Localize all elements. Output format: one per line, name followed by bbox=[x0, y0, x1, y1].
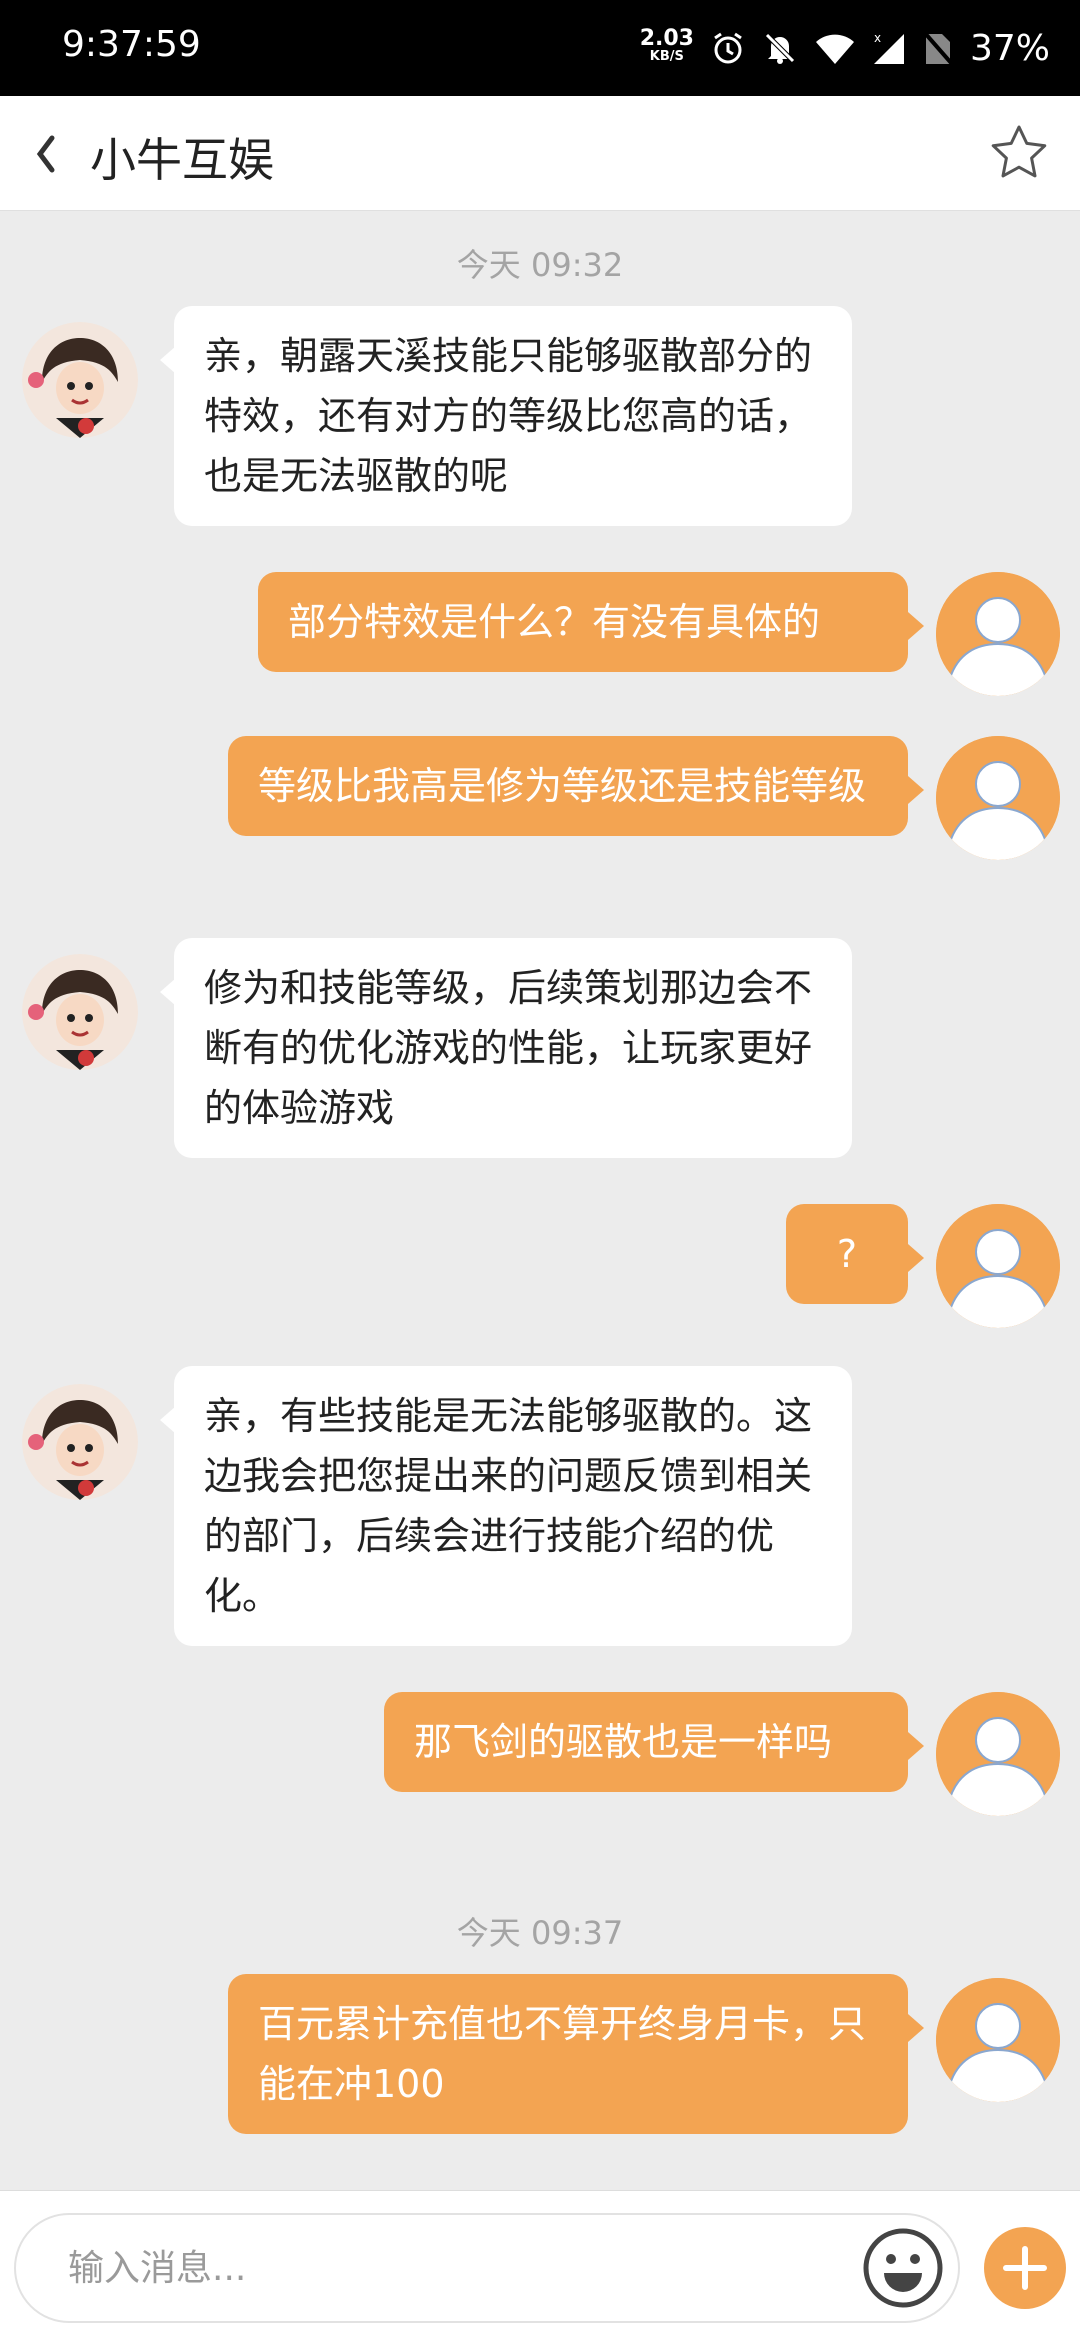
chat-header: 小牛互娱 bbox=[0, 96, 1080, 211]
message-input[interactable] bbox=[14, 2213, 960, 2323]
user-avatar[interactable] bbox=[936, 572, 1060, 696]
network-speed: 2.03 KB/S bbox=[639, 26, 694, 66]
status-icons: 2.03 KB/S x 37% bbox=[640, 18, 1050, 78]
agent-avatar[interactable] bbox=[22, 1384, 138, 1500]
user-avatar[interactable] bbox=[936, 736, 1060, 860]
outgoing-message[interactable]: 百元累计充值也不算开终身月卡，只能在冲100 bbox=[228, 1974, 924, 2134]
agent-avatar[interactable] bbox=[22, 954, 138, 1070]
favorite-button[interactable] bbox=[988, 122, 1050, 184]
network-speed-value: 2.03 bbox=[639, 26, 694, 51]
wifi-icon bbox=[814, 30, 856, 66]
timestamp: 今天 09:32 bbox=[456, 246, 624, 284]
incoming-message[interactable]: 亲，有些技能是无法能够驱散的。这边我会把您提出来的问题反馈到相关的部门，后续会进… bbox=[160, 1366, 852, 1646]
no-sim-icon bbox=[922, 30, 954, 66]
alarm-icon bbox=[710, 30, 746, 66]
default-user-icon bbox=[936, 1692, 1060, 1816]
default-user-icon bbox=[936, 736, 1060, 860]
plus-icon bbox=[1003, 2246, 1047, 2290]
chevron-left-icon bbox=[36, 135, 55, 173]
user-avatar[interactable] bbox=[936, 1978, 1060, 2102]
incoming-message[interactable]: 修为和技能等级，后续策划那边会不断有的优化游戏的性能，让玩家更好的体验游戏 bbox=[160, 938, 852, 1158]
star-outline-icon bbox=[991, 125, 1047, 178]
chat-area[interactable]: 今天 09:32 亲，朝露天溪技能只能够驱散部分的特效，还有对方的等级比您高的话… bbox=[0, 210, 1080, 2190]
status-bar: 9:37:59 2.03 KB/S x 37% bbox=[0, 0, 1080, 96]
notifications-off-icon bbox=[762, 30, 798, 66]
default-user-icon bbox=[936, 1978, 1060, 2102]
default-user-icon bbox=[936, 572, 1060, 696]
emoji-button[interactable] bbox=[862, 2227, 944, 2309]
message-input-bar bbox=[0, 2190, 1080, 2341]
back-button[interactable] bbox=[28, 124, 78, 184]
outgoing-message[interactable]: 等级比我高是修为等级还是技能等级 bbox=[228, 736, 924, 836]
outgoing-message[interactable]: ? bbox=[786, 1204, 924, 1304]
user-avatar[interactable] bbox=[936, 1204, 1060, 1328]
svg-text:x: x bbox=[874, 31, 881, 45]
user-avatar[interactable] bbox=[936, 1692, 1060, 1816]
outgoing-message[interactable]: 那飞剑的驱散也是一样吗 bbox=[384, 1692, 924, 1792]
signal-icon: x bbox=[872, 30, 906, 66]
status-time: 9:37:59 bbox=[62, 24, 201, 65]
add-attachment-button[interactable] bbox=[984, 2227, 1066, 2309]
agent-avatar[interactable] bbox=[22, 322, 138, 438]
smiley-icon bbox=[863, 2228, 943, 2308]
battery-level: 37% bbox=[969, 27, 1050, 69]
incoming-message[interactable]: 亲，朝露天溪技能只能够驱散部分的特效，还有对方的等级比您高的话，也是无法驱散的呢 bbox=[160, 306, 852, 526]
timestamp: 今天 09:37 bbox=[456, 1914, 624, 1952]
outgoing-message[interactable]: 部分特效是什么？有没有具体的 bbox=[258, 572, 924, 672]
default-user-icon bbox=[936, 1204, 1060, 1328]
page-title: 小牛互娱 bbox=[90, 133, 274, 187]
